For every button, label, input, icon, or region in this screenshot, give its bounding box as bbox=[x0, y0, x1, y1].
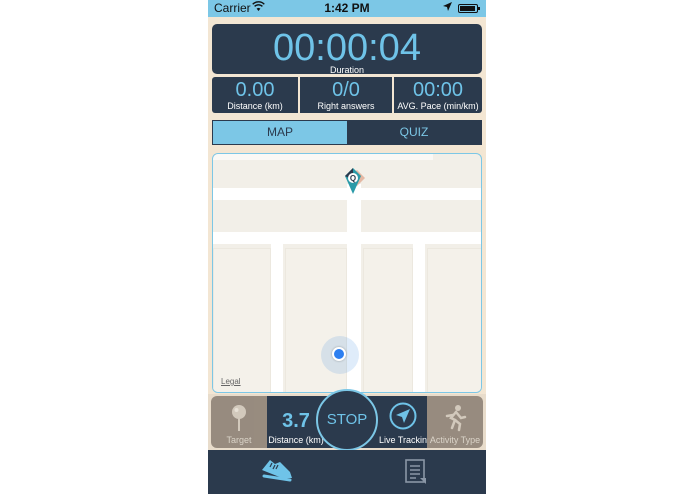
marker-letter: Q bbox=[350, 174, 356, 183]
distance-goal-label: Distance (km) bbox=[268, 435, 324, 445]
right-answers-stat: 0/0 Right answers bbox=[300, 77, 392, 113]
tab-map[interactable]: MAP bbox=[213, 121, 347, 144]
duration-panel: 00:00:04 Duration bbox=[212, 24, 482, 75]
map-block bbox=[363, 248, 413, 392]
navigation-compass-icon bbox=[389, 402, 417, 430]
battery-icon bbox=[458, 4, 480, 13]
map-block bbox=[213, 248, 271, 392]
legal-link[interactable]: Legal bbox=[221, 377, 241, 386]
map-block bbox=[427, 248, 481, 392]
avg-pace-stat: 00:00 AVG. Pace (min/km) bbox=[394, 77, 482, 113]
target-label: Target bbox=[226, 435, 252, 445]
map-road bbox=[271, 244, 283, 392]
distance-stat: 0.00 Distance (km) bbox=[212, 77, 298, 113]
distance-label: Distance (km) bbox=[227, 101, 283, 111]
tab-quiz[interactable]: QUIZ bbox=[347, 121, 481, 144]
distance-value: 0.00 bbox=[235, 79, 275, 101]
activity-type-label: Activity Type bbox=[429, 435, 481, 445]
running-shoe-icon[interactable] bbox=[260, 456, 294, 482]
target-button[interactable]: Target bbox=[211, 396, 267, 448]
pin-icon bbox=[232, 405, 246, 431]
current-location-dot bbox=[332, 347, 346, 361]
bottom-tab-bar bbox=[208, 450, 486, 494]
report-list-icon[interactable] bbox=[404, 458, 428, 486]
location-arrow-icon bbox=[443, 2, 452, 14]
distance-goal-value: 3.7 bbox=[282, 410, 310, 432]
avg-pace-label: AVG. Pace (min/km) bbox=[397, 101, 479, 111]
duration-value: 00:00:04 bbox=[273, 27, 421, 69]
live-tracking-button[interactable]: Live Tracking bbox=[379, 396, 433, 448]
status-bar: Carrier 1:42 PM bbox=[208, 0, 486, 17]
avg-pace-value: 00:00 bbox=[412, 79, 464, 101]
runner-icon bbox=[445, 405, 467, 432]
map-view[interactable]: Q Legal bbox=[212, 153, 482, 393]
view-tabs: MAP QUIZ bbox=[212, 120, 482, 145]
app-screen: Carrier 1:42 PM 00:00:04 Duration 0.00 D… bbox=[208, 0, 486, 494]
right-answers-label: Right answers bbox=[317, 101, 375, 111]
live-tracking-label: Live Tracking bbox=[379, 435, 433, 445]
map-road bbox=[213, 154, 433, 160]
right-answers-value: 0/0 bbox=[332, 79, 360, 101]
duration-label: Duration bbox=[329, 65, 365, 75]
quiz-marker-icon[interactable]: Q bbox=[341, 168, 369, 196]
map-road bbox=[413, 244, 425, 392]
activity-type-button[interactable]: Activity Type bbox=[427, 396, 483, 448]
stop-button[interactable]: STOP bbox=[316, 389, 378, 451]
